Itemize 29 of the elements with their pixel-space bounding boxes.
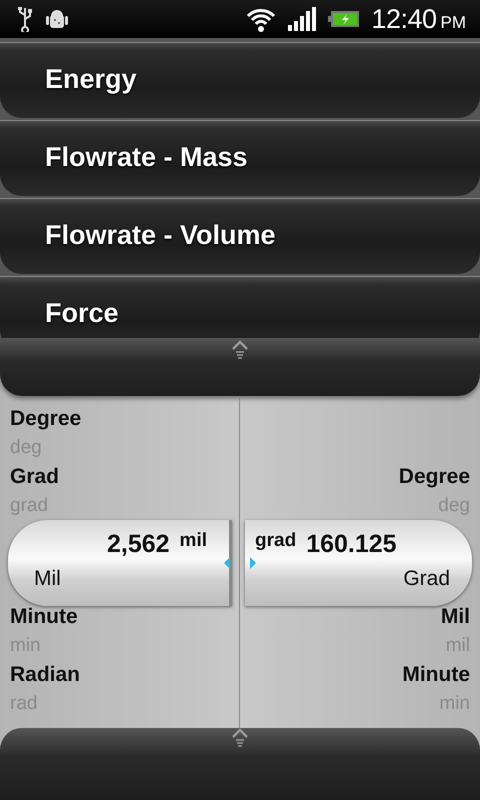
signal-icon	[288, 7, 316, 31]
category-item[interactable]: Energy	[0, 42, 480, 118]
unit-name[interactable]: Degree	[8, 404, 232, 433]
unit-name: Grad	[402, 567, 450, 591]
clock-meridiem: PM	[440, 12, 466, 32]
result-field[interactable]: grad 160.125 Grad	[245, 520, 472, 606]
input-field[interactable]: 2,562 mil Mil	[8, 520, 232, 606]
unit-name[interactable]: Radian	[8, 660, 232, 689]
unit-name: Mil	[33, 567, 62, 591]
drawer-handle[interactable]	[0, 338, 480, 396]
unit-symbol: grad	[255, 530, 296, 552]
battery-icon	[328, 10, 360, 28]
category-item[interactable]: Flowrate - Volume	[0, 198, 480, 274]
category-item[interactable]: Flowrate - Mass	[0, 120, 480, 196]
unit-symbol: mil	[180, 530, 207, 552]
clock-time: 12:40	[371, 4, 436, 34]
usb-icon	[16, 6, 34, 32]
android-icon	[46, 8, 68, 30]
handle-chevron-icon	[231, 340, 249, 360]
wifi-icon	[246, 6, 276, 32]
value-text: 2,562	[106, 530, 170, 559]
drawer-handle[interactable]	[0, 728, 480, 800]
unit-name[interactable]: Minute	[246, 660, 470, 689]
unit-name[interactable]: Degree	[246, 462, 470, 491]
category-item[interactable]: Force	[0, 276, 480, 338]
value-text: 160.125	[306, 530, 397, 559]
unit-name[interactable]: Grad	[8, 462, 232, 491]
swap-arrows-icon	[224, 556, 256, 570]
handle-chevron-icon	[231, 728, 249, 748]
